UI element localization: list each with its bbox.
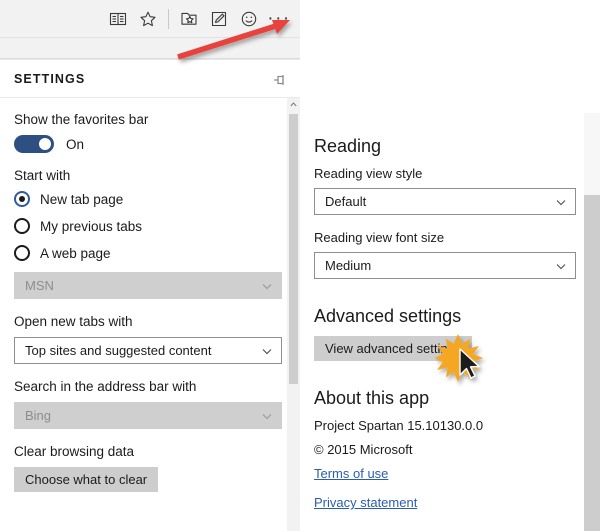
open-new-tabs-value: Top sites and suggested content bbox=[25, 343, 212, 358]
reading-view-font-size-dropdown[interactable]: Medium bbox=[314, 252, 576, 279]
settings-flyout: SETTINGS Show the favorites bar On Start… bbox=[0, 59, 300, 531]
clear-browsing-data-label: Clear browsing data bbox=[14, 444, 135, 459]
settings-detail-content: Reading Reading view style Default Readi… bbox=[300, 0, 576, 510]
address-bar-search-group: Search in the address bar with Bing bbox=[14, 379, 282, 429]
radio-a-web-page[interactable]: A web page bbox=[14, 245, 282, 261]
radio-indicator bbox=[14, 191, 30, 207]
reading-view-style-value: Default bbox=[325, 194, 367, 209]
settings-flyout-scrollbar[interactable] bbox=[287, 98, 300, 531]
privacy-statement-link[interactable]: Privacy statement bbox=[314, 495, 417, 510]
about-this-app-heading: About this app bbox=[314, 388, 430, 408]
open-new-tabs-label: Open new tabs with bbox=[14, 314, 133, 329]
detail-pane-scrollbar[interactable] bbox=[584, 113, 600, 531]
show-favorites-bar-toggle[interactable] bbox=[14, 135, 54, 153]
radio-my-previous-tabs[interactable]: My previous tabs bbox=[14, 218, 282, 234]
show-favorites-bar-toggle-row: On bbox=[14, 135, 282, 153]
scroll-up-arrow-icon[interactable] bbox=[287, 98, 300, 111]
address-bar-search-dropdown: Bing bbox=[14, 402, 282, 429]
view-advanced-settings-button[interactable]: View advanced settings bbox=[314, 336, 473, 361]
edge-settings-screenshot: ··· SETTINGS Show the favorites bar On S… bbox=[0, 0, 600, 531]
start-page-dropdown: MSN bbox=[14, 272, 282, 299]
start-page-value: MSN bbox=[25, 278, 54, 293]
web-note-icon[interactable] bbox=[204, 4, 234, 34]
chevron-down-icon bbox=[262, 283, 272, 289]
add-to-favorites-icon[interactable] bbox=[174, 4, 204, 34]
reading-view-font-size-label: Reading view font size bbox=[314, 230, 445, 245]
chevron-down-icon bbox=[556, 199, 566, 205]
radio-label: A web page bbox=[40, 245, 111, 261]
more-ellipsis-icon[interactable]: ··· bbox=[264, 4, 294, 34]
toolbar-lower-strip bbox=[0, 38, 300, 59]
radio-label: My previous tabs bbox=[40, 218, 143, 234]
browser-left-column: ··· SETTINGS Show the favorites bar On S… bbox=[0, 0, 300, 531]
chevron-down-icon bbox=[262, 413, 272, 419]
chevron-down-icon bbox=[262, 348, 272, 354]
reading-view-style-dropdown[interactable]: Default bbox=[314, 188, 576, 215]
scrollbar-thumb[interactable] bbox=[289, 114, 298, 384]
choose-what-to-clear-button[interactable]: Choose what to clear bbox=[14, 467, 159, 492]
app-version-text: Project Spartan 15.10130.0.0 bbox=[314, 418, 484, 433]
toolbar-divider bbox=[168, 8, 169, 29]
terms-of-use-link[interactable]: Terms of use bbox=[314, 466, 388, 481]
radio-label: New tab page bbox=[40, 191, 124, 207]
open-new-tabs-group: Open new tabs with Top sites and suggest… bbox=[14, 314, 282, 364]
settings-flyout-body: Show the favorites bar On Start with New… bbox=[0, 98, 300, 531]
toggle-state-label: On bbox=[66, 136, 85, 152]
show-favorites-bar-group: Show the favorites bar On bbox=[14, 112, 282, 153]
address-bar-search-label: Search in the address bar with bbox=[14, 379, 197, 394]
settings-title: SETTINGS bbox=[14, 71, 86, 86]
start-with-group: Start with New tab page My previous tabs… bbox=[14, 168, 282, 299]
pin-icon[interactable] bbox=[270, 72, 288, 88]
copyright-text: © 2015 Microsoft bbox=[314, 442, 413, 457]
settings-detail-pane: Reading Reading view style Default Readi… bbox=[300, 0, 600, 531]
radio-new-tab-page[interactable]: New tab page bbox=[14, 191, 282, 207]
radio-indicator bbox=[14, 245, 30, 261]
open-new-tabs-dropdown[interactable]: Top sites and suggested content bbox=[14, 337, 282, 364]
address-bar-search-value: Bing bbox=[25, 408, 52, 423]
reading-heading: Reading bbox=[314, 136, 382, 156]
start-with-label: Start with bbox=[14, 168, 71, 183]
toggle-knob bbox=[39, 138, 51, 150]
browser-toolbar: ··· bbox=[0, 0, 300, 38]
reading-view-style-label: Reading view style bbox=[314, 166, 423, 181]
reading-view-icon[interactable] bbox=[103, 4, 133, 34]
advanced-settings-heading: Advanced settings bbox=[314, 306, 462, 326]
chevron-down-icon bbox=[556, 263, 566, 269]
scrollbar-thumb[interactable] bbox=[584, 195, 600, 531]
settings-flyout-header: SETTINGS bbox=[0, 60, 300, 98]
show-favorites-bar-label: Show the favorites bar bbox=[14, 112, 149, 127]
feedback-smiley-icon[interactable] bbox=[234, 4, 264, 34]
radio-indicator bbox=[14, 218, 30, 234]
clear-browsing-data-group: Clear browsing data Choose what to clear bbox=[14, 444, 282, 492]
favorites-star-icon[interactable] bbox=[133, 4, 163, 34]
reading-view-font-size-value: Medium bbox=[325, 258, 372, 273]
